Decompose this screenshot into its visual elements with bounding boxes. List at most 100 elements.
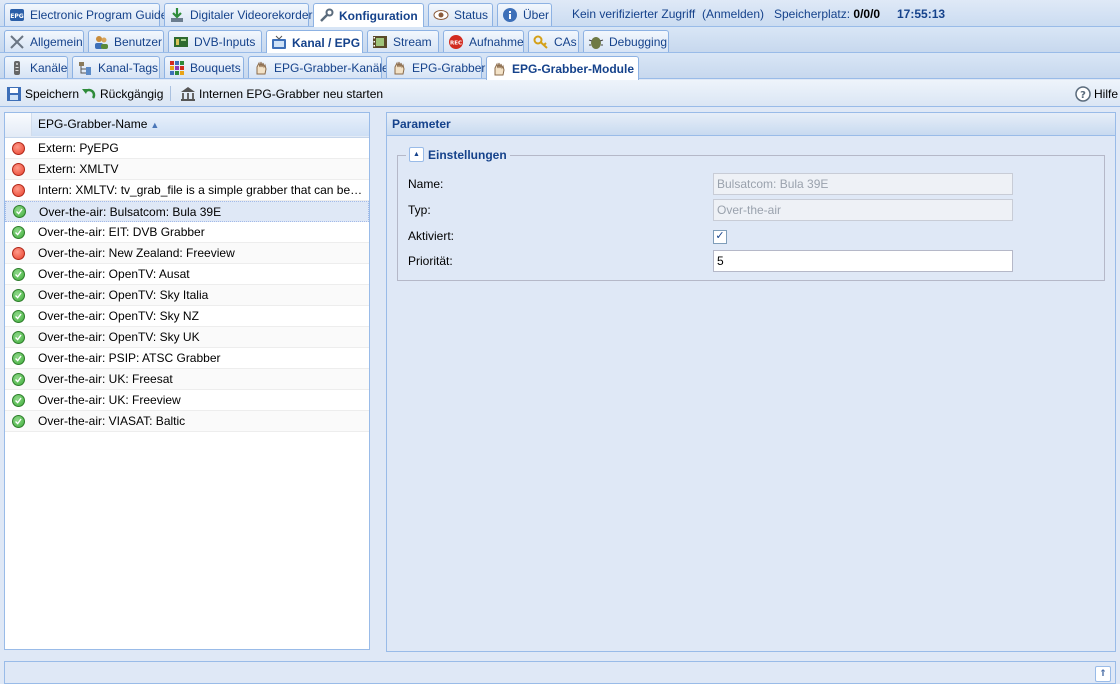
state-cell: [5, 414, 31, 428]
tab-label: Kanal-Tags: [98, 60, 159, 75]
disabled-dot-icon: [11, 162, 25, 176]
tab-channel-tags[interactable]: Kanal-Tags: [72, 56, 160, 78]
table-row[interactable]: Over-the-air: New Zealand: Freeview: [5, 243, 369, 264]
collapse-icon[interactable]: ▲: [409, 147, 424, 162]
enabled-check-icon: [11, 288, 25, 302]
config-nav-bar: Allgemein Benutzer DVB-Inputs Kanal / EP…: [0, 27, 1120, 54]
undo-icon: [81, 86, 97, 102]
enabled-label: Aktiviert:: [408, 229, 455, 243]
table-row[interactable]: Over-the-air: OpenTV: Sky Italia: [5, 285, 369, 306]
grabber-name-cell: Extern: PyEPG: [38, 141, 119, 155]
clock: 17:55:13: [897, 7, 946, 21]
panel-title: Parameter: [387, 113, 1115, 136]
help-button[interactable]: ? Hilfe: [1075, 84, 1118, 103]
priority-label: Priorität:: [408, 254, 453, 268]
table-row[interactable]: Over-the-air: OpenTV: Ausat: [5, 264, 369, 285]
state-cell: [5, 246, 31, 260]
tab-epg-grabber[interactable]: EPG-Grabber: [386, 56, 485, 78]
table-row[interactable]: Over-the-air: UK: Freesat: [5, 369, 369, 390]
state-cell: [5, 330, 31, 344]
tab-label: EPG-Grabber-Kanäle: [274, 60, 389, 75]
tab-dvb-inputs[interactable]: DVB-Inputs: [168, 30, 262, 52]
tab-dvr[interactable]: Digitaler Videorekorder: [164, 3, 313, 26]
info-icon: [502, 7, 518, 23]
tab-label: Digitaler Videorekorder: [190, 8, 313, 22]
tab-users[interactable]: Benutzer: [88, 30, 164, 52]
enabled-check-icon: [11, 351, 25, 365]
expand-icon[interactable]: ⇑: [1095, 666, 1111, 682]
tab-bouquets[interactable]: Bouquets: [164, 56, 244, 78]
tab-cas[interactable]: CAs: [528, 30, 579, 52]
restart-grabber-button[interactable]: Internen EPG-Grabber neu starten: [180, 84, 383, 103]
table-row[interactable]: Intern: XMLTV: tv_grab_file is a simple …: [5, 180, 369, 201]
tab-general[interactable]: Allgemein: [4, 30, 84, 52]
save-button[interactable]: Speichern: [6, 84, 79, 103]
bug-icon: [588, 34, 604, 50]
grabber-module-grid: EPG-Grabber-Name ▲ Extern: PyEPG Extern: X…: [4, 112, 370, 650]
disabled-dot-icon: [11, 246, 25, 260]
name-column-header[interactable]: EPG-Grabber-Name ▲: [32, 113, 369, 136]
tab-label: CAs: [554, 34, 577, 49]
tab-epg[interactable]: EPG Electronic Program Guide: [4, 3, 167, 26]
card-icon: [173, 34, 189, 50]
state-cell: [5, 183, 31, 197]
enabled-check-icon: [11, 414, 25, 428]
settings-fieldset: ▲ Einstellungen Name: Bulsatcom: Bula 39…: [397, 147, 1105, 281]
type-field[interactable]: Over-the-air: [713, 199, 1013, 221]
tab-label: Allgemein: [30, 34, 83, 49]
toolbar: Speichern Rückgängig Internen EPG-Grabbe…: [0, 80, 1120, 107]
enabled-check-icon: [11, 372, 25, 386]
table-row[interactable]: Extern: PyEPG: [5, 138, 369, 159]
tab-label: DVB-Inputs: [194, 34, 256, 49]
table-row[interactable]: Over-the-air: VIASAT: Baltic: [5, 411, 369, 432]
name-field[interactable]: Bulsatcom: Bula 39E: [713, 173, 1013, 195]
tab-configuration[interactable]: Konfiguration: [313, 3, 424, 27]
grabber-icon: [253, 60, 269, 76]
table-row[interactable]: Over-the-air: Bulsatcom: Bula 39E: [5, 201, 369, 222]
grid-header: EPG-Grabber-Name ▲: [5, 113, 369, 138]
grabber-name-cell: Over-the-air: OpenTV: Sky Italia: [38, 288, 209, 302]
login-link[interactable]: (Anmelden): [702, 7, 764, 21]
tab-debugging[interactable]: Debugging: [583, 30, 669, 52]
state-cell: [6, 205, 32, 218]
eye-icon: [433, 7, 449, 23]
table-row[interactable]: Over-the-air: UK: Freeview: [5, 390, 369, 411]
table-row[interactable]: Over-the-air: EIT: DVB Grabber: [5, 222, 369, 243]
tv-icon: [271, 35, 287, 51]
storage-value: 0/0/0: [853, 7, 881, 21]
epg-icon: EPG: [9, 7, 25, 23]
tab-label: Bouquets: [190, 60, 241, 75]
rec-icon: REC: [448, 34, 464, 50]
state-cell: [5, 141, 31, 155]
tab-channel-epg[interactable]: Kanal / EPG: [266, 30, 363, 54]
table-row[interactable]: Extern: XMLTV: [5, 159, 369, 180]
state-cell: [5, 309, 31, 323]
state-cell: [5, 288, 31, 302]
tab-status[interactable]: Status: [428, 3, 493, 26]
table-row[interactable]: Over-the-air: OpenTV: Sky NZ: [5, 306, 369, 327]
enabled-check-icon: [11, 267, 25, 281]
key-icon: [533, 34, 549, 50]
tab-epg-grabber-modules[interactable]: EPG-Grabber-Module: [486, 56, 639, 80]
channel-nav-bar: Kanäle Kanal-Tags Bouquets EPG-Grabber-K…: [0, 53, 1120, 80]
undo-button[interactable]: Rückgängig: [81, 84, 163, 103]
tab-recording[interactable]: REC Aufnahme: [443, 30, 524, 52]
enabled-checkbox[interactable]: ✓: [713, 230, 727, 244]
table-row[interactable]: Over-the-air: PSIP: ATSC Grabber: [5, 348, 369, 369]
state-cell: [5, 393, 31, 407]
tab-about[interactable]: Über: [497, 3, 552, 26]
tab-channels[interactable]: Kanäle: [4, 56, 68, 78]
help-icon: ?: [1075, 85, 1091, 102]
table-row[interactable]: Over-the-air: OpenTV: Sky UK: [5, 327, 369, 348]
restart-label: Internen EPG-Grabber neu starten: [199, 86, 384, 101]
grabber-name-cell: Over-the-air: OpenTV: Sky UK: [38, 330, 200, 344]
tab-label: Konfiguration: [339, 8, 418, 23]
grabber-name-cell: Over-the-air: New Zealand: Freeview: [38, 246, 235, 260]
storage-label: Speicherplatz:: [774, 7, 851, 21]
tab-epg-grabber-channels[interactable]: EPG-Grabber-Kanäle: [248, 56, 389, 78]
users-icon: [93, 34, 109, 50]
log-panel: ⇑: [4, 661, 1116, 684]
tab-stream[interactable]: Stream: [367, 30, 439, 52]
priority-field[interactable]: 5: [713, 250, 1013, 272]
enabled-check-icon: [11, 393, 25, 407]
